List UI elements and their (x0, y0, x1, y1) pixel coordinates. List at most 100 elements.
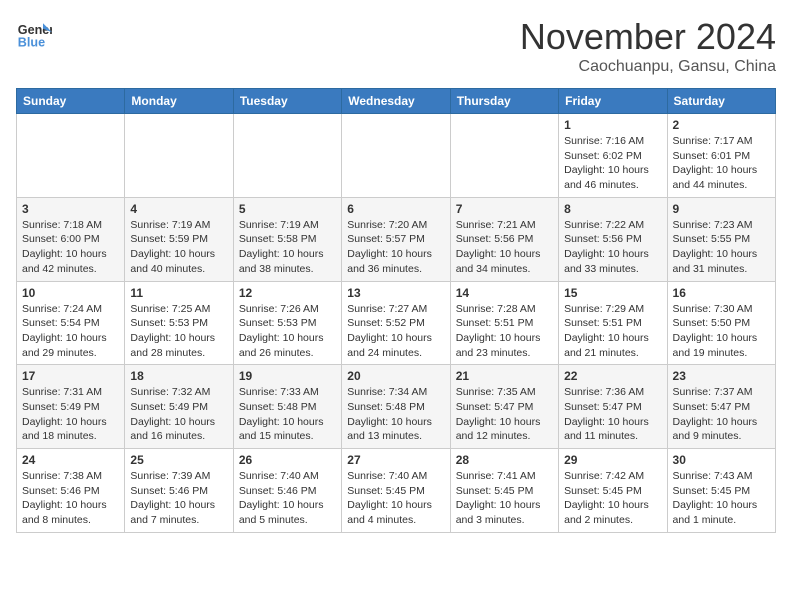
calendar-table: SundayMondayTuesdayWednesdayThursdayFrid… (16, 88, 776, 533)
day-number: 18 (130, 369, 227, 383)
day-number: 25 (130, 453, 227, 467)
day-info: Sunrise: 7:33 AM Sunset: 5:48 PM Dayligh… (239, 385, 336, 444)
weekday-header-monday: Monday (125, 89, 233, 114)
svg-text:Blue: Blue (18, 36, 45, 50)
day-info: Sunrise: 7:21 AM Sunset: 5:56 PM Dayligh… (456, 218, 553, 277)
day-info: Sunrise: 7:34 AM Sunset: 5:48 PM Dayligh… (347, 385, 444, 444)
day-info: Sunrise: 7:24 AM Sunset: 5:54 PM Dayligh… (22, 302, 119, 361)
calendar-cell (342, 114, 450, 198)
day-number: 10 (22, 286, 119, 300)
calendar-cell (17, 114, 125, 198)
calendar-cell: 29 Sunrise: 7:42 AM Sunset: 5:45 PM Dayli… (559, 449, 667, 533)
calendar-week-5: 24 Sunrise: 7:38 AM Sunset: 5:46 PM Dayli… (17, 449, 776, 533)
day-number: 20 (347, 369, 444, 383)
day-info: Sunrise: 7:32 AM Sunset: 5:49 PM Dayligh… (130, 385, 227, 444)
calendar-cell: 2 Sunrise: 7:17 AM Sunset: 6:01 PM Daylig… (667, 114, 775, 198)
calendar-cell: 11 Sunrise: 7:25 AM Sunset: 5:53 PM Dayli… (125, 281, 233, 365)
day-number: 1 (564, 118, 661, 132)
day-number: 22 (564, 369, 661, 383)
day-info: Sunrise: 7:30 AM Sunset: 5:50 PM Dayligh… (673, 302, 770, 361)
day-number: 24 (22, 453, 119, 467)
day-number: 14 (456, 286, 553, 300)
day-number: 12 (239, 286, 336, 300)
calendar-cell: 22Sunrise: 7:36 AM Sunset: 5:47 PM Dayli… (559, 365, 667, 449)
day-info: Sunrise: 7:23 AM Sunset: 5:55 PM Dayligh… (673, 218, 770, 277)
calendar-cell: 28 Sunrise: 7:41 AM Sunset: 5:45 PM Dayli… (450, 449, 558, 533)
day-number: 23 (673, 369, 770, 383)
day-info: Sunrise: 7:39 AM Sunset: 5:46 PM Dayligh… (130, 469, 227, 528)
day-number: 5 (239, 202, 336, 216)
day-info: Sunrise: 7:25 AM Sunset: 5:53 PM Dayligh… (130, 302, 227, 361)
calendar-cell: 9 Sunrise: 7:23 AM Sunset: 5:55 PM Daylig… (667, 197, 775, 281)
calendar-cell (125, 114, 233, 198)
day-info: Sunrise: 7:29 AM Sunset: 5:51 PM Dayligh… (564, 302, 661, 361)
day-number: 4 (130, 202, 227, 216)
day-number: 8 (564, 202, 661, 216)
day-info: Sunrise: 7:41 AM Sunset: 5:45 PM Dayligh… (456, 469, 553, 528)
calendar-cell: 30 Sunrise: 7:43 AM Sunset: 5:45 PM Dayli… (667, 449, 775, 533)
weekday-header-friday: Friday (559, 89, 667, 114)
calendar-cell: 21 Sunrise: 7:35 AM Sunset: 5:47 PM Dayli… (450, 365, 558, 449)
calendar-cell: 5 Sunrise: 7:19 AM Sunset: 5:58 PM Daylig… (233, 197, 341, 281)
day-info: Sunrise: 7:22 AM Sunset: 5:56 PM Dayligh… (564, 218, 661, 277)
calendar-week-2: 3Sunrise: 7:18 AM Sunset: 6:00 PM Daylig… (17, 197, 776, 281)
day-info: Sunrise: 7:40 AM Sunset: 5:46 PM Dayligh… (239, 469, 336, 528)
calendar-cell: 18 Sunrise: 7:32 AM Sunset: 5:49 PM Dayli… (125, 365, 233, 449)
day-number: 11 (130, 286, 227, 300)
day-info: Sunrise: 7:42 AM Sunset: 5:45 PM Dayligh… (564, 469, 661, 528)
day-info: Sunrise: 7:19 AM Sunset: 5:58 PM Dayligh… (239, 218, 336, 277)
title-block: November 2024 Caochuanpu, Gansu, China (520, 16, 776, 76)
weekday-header-sunday: Sunday (17, 89, 125, 114)
day-number: 15 (564, 286, 661, 300)
calendar-cell: 19Sunrise: 7:33 AM Sunset: 5:48 PM Dayli… (233, 365, 341, 449)
day-info: Sunrise: 7:38 AM Sunset: 5:46 PM Dayligh… (22, 469, 119, 528)
calendar-cell (233, 114, 341, 198)
day-number: 16 (673, 286, 770, 300)
calendar-cell: 24 Sunrise: 7:38 AM Sunset: 5:46 PM Dayli… (17, 449, 125, 533)
month-title: November 2024 (520, 16, 776, 58)
day-number: 29 (564, 453, 661, 467)
calendar-cell: 25 Sunrise: 7:39 AM Sunset: 5:46 PM Dayli… (125, 449, 233, 533)
day-number: 6 (347, 202, 444, 216)
day-info: Sunrise: 7:40 AM Sunset: 5:45 PM Dayligh… (347, 469, 444, 528)
day-number: 28 (456, 453, 553, 467)
day-info: Sunrise: 7:31 AM Sunset: 5:49 PM Dayligh… (22, 385, 119, 444)
calendar-cell: 10 Sunrise: 7:24 AM Sunset: 5:54 PM Dayli… (17, 281, 125, 365)
calendar-cell: 15 Sunrise: 7:29 AM Sunset: 5:51 PM Dayli… (559, 281, 667, 365)
page-header: General Blue November 2024 Caochuanpu, G… (16, 16, 776, 76)
day-info: Sunrise: 7:17 AM Sunset: 6:01 PM Dayligh… (673, 134, 770, 193)
day-number: 9 (673, 202, 770, 216)
calendar-week-1: 1 Sunrise: 7:16 AM Sunset: 6:02 PM Daylig… (17, 114, 776, 198)
day-info: Sunrise: 7:20 AM Sunset: 5:57 PM Dayligh… (347, 218, 444, 277)
calendar-cell: 1 Sunrise: 7:16 AM Sunset: 6:02 PM Daylig… (559, 114, 667, 198)
calendar-cell: 3Sunrise: 7:18 AM Sunset: 6:00 PM Daylig… (17, 197, 125, 281)
day-info: Sunrise: 7:35 AM Sunset: 5:47 PM Dayligh… (456, 385, 553, 444)
day-number: 17 (22, 369, 119, 383)
day-number: 2 (673, 118, 770, 132)
day-info: Sunrise: 7:43 AM Sunset: 5:45 PM Dayligh… (673, 469, 770, 528)
calendar-cell: 14Sunrise: 7:28 AM Sunset: 5:51 PM Dayli… (450, 281, 558, 365)
weekday-header-saturday: Saturday (667, 89, 775, 114)
weekday-header-wednesday: Wednesday (342, 89, 450, 114)
calendar-cell: 8 Sunrise: 7:22 AM Sunset: 5:56 PM Daylig… (559, 197, 667, 281)
day-number: 26 (239, 453, 336, 467)
day-number: 3 (22, 202, 119, 216)
day-number: 27 (347, 453, 444, 467)
weekday-header-thursday: Thursday (450, 89, 558, 114)
calendar-cell: 16 Sunrise: 7:30 AM Sunset: 5:50 PM Dayli… (667, 281, 775, 365)
calendar-week-3: 10 Sunrise: 7:24 AM Sunset: 5:54 PM Dayli… (17, 281, 776, 365)
day-number: 21 (456, 369, 553, 383)
calendar-cell: 20 Sunrise: 7:34 AM Sunset: 5:48 PM Dayli… (342, 365, 450, 449)
calendar-cell: 23 Sunrise: 7:37 AM Sunset: 5:47 PM Dayli… (667, 365, 775, 449)
calendar-cell (450, 114, 558, 198)
day-info: Sunrise: 7:27 AM Sunset: 5:52 PM Dayligh… (347, 302, 444, 361)
calendar-cell: 26 Sunrise: 7:40 AM Sunset: 5:46 PM Dayli… (233, 449, 341, 533)
day-info: Sunrise: 7:37 AM Sunset: 5:47 PM Dayligh… (673, 385, 770, 444)
logo: General Blue (16, 16, 52, 52)
day-info: Sunrise: 7:16 AM Sunset: 6:02 PM Dayligh… (564, 134, 661, 193)
day-number: 30 (673, 453, 770, 467)
calendar-cell: 6 Sunrise: 7:20 AM Sunset: 5:57 PM Daylig… (342, 197, 450, 281)
logo-icon: General Blue (16, 16, 52, 52)
calendar-cell: 27 Sunrise: 7:40 AM Sunset: 5:45 PM Dayli… (342, 449, 450, 533)
calendar-cell: 4Sunrise: 7:19 AM Sunset: 5:59 PM Daylig… (125, 197, 233, 281)
